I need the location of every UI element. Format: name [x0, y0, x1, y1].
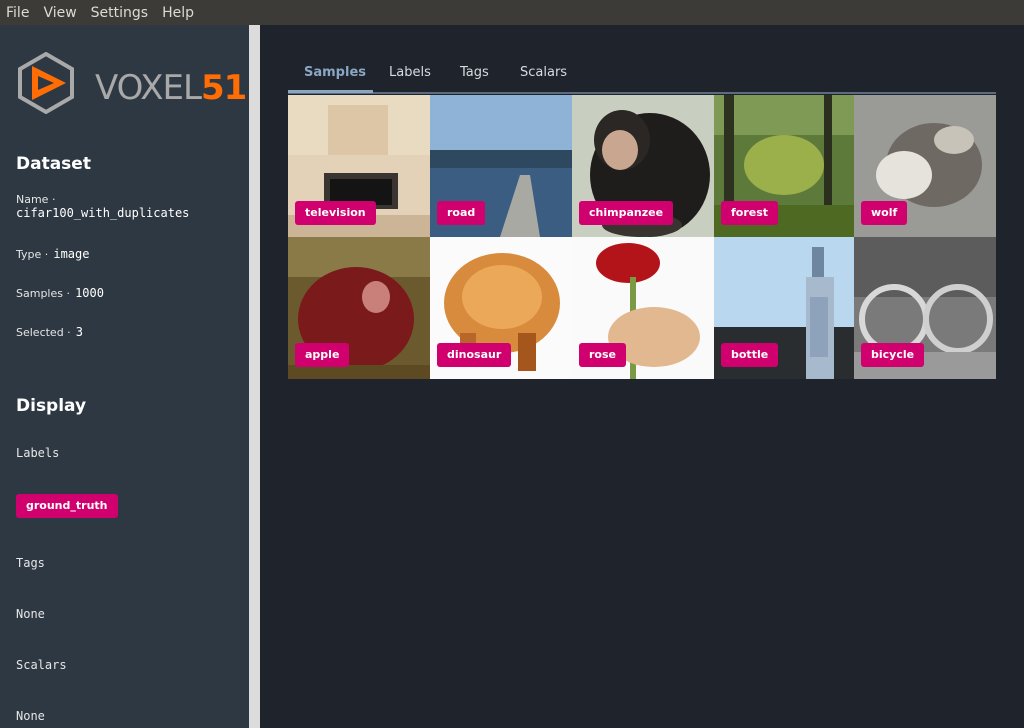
sample-label: dinosaur: [437, 343, 512, 367]
sidebar: VOXEL51 Dataset Name · cifar100_with_dup…: [0, 25, 249, 728]
view-tabs: Samples Labels Tags Scalars: [288, 58, 996, 94]
sample-label: television: [295, 201, 376, 225]
ground-truth-chip[interactable]: ground_truth: [16, 494, 118, 518]
dataset-selected-label: Selected ·: [16, 326, 71, 339]
menu-settings[interactable]: Settings: [91, 5, 148, 21]
menu-file[interactable]: File: [6, 5, 29, 21]
dataset-selected: Selected · 3: [16, 321, 83, 340]
sample-tile[interactable]: apple: [288, 237, 430, 379]
logo-51: 51: [200, 68, 247, 108]
sample-label: bottle: [721, 343, 779, 367]
sample-label: bicycle: [861, 343, 925, 367]
logo-voxel: VOXEL: [95, 68, 202, 108]
sample-tile[interactable]: rose: [572, 237, 714, 379]
dataset-samples: Samples · 1000: [16, 282, 104, 301]
menu-view[interactable]: View: [43, 5, 76, 21]
dataset-type-label: Type ·: [16, 248, 49, 261]
sample-tile[interactable]: television: [288, 95, 430, 237]
dataset-title: Dataset: [16, 154, 91, 174]
dataset-name-value: cifar100_with_duplicates: [16, 206, 190, 220]
tags-heading: Tags: [16, 556, 45, 570]
dataset-type-value: image: [53, 247, 90, 261]
tab-labels[interactable]: Labels: [389, 65, 431, 80]
active-tab-indicator: [288, 90, 373, 93]
labels-heading: Labels: [16, 446, 60, 460]
menu-bar: File View Settings Help: [0, 0, 1024, 25]
dataset-type: Type · image: [16, 243, 89, 262]
dataset-selected-value: 3: [75, 325, 84, 339]
sample-label: apple: [295, 343, 350, 367]
scalars-value: None: [16, 709, 45, 723]
tab-scalars[interactable]: Scalars: [520, 65, 567, 80]
sample-tile[interactable]: wolf: [854, 95, 996, 237]
dataset-samples-value: 1000: [75, 286, 104, 300]
logo-wordmark: VOXEL51: [95, 68, 247, 108]
menu-help[interactable]: Help: [162, 5, 194, 21]
sample-tile[interactable]: dinosaur: [430, 237, 572, 379]
voxel51-logo-icon: [18, 52, 74, 114]
sample-label: wolf: [861, 201, 908, 225]
sample-tile[interactable]: bottle: [714, 237, 856, 379]
dataset-samples-label: Samples ·: [16, 287, 70, 300]
samples-grid: television road chimpanzee forest wolf a…: [288, 95, 996, 379]
tab-tags[interactable]: Tags: [460, 65, 489, 80]
scalars-heading: Scalars: [16, 658, 67, 672]
sample-tile[interactable]: road: [430, 95, 572, 237]
sample-tile[interactable]: chimpanzee: [572, 95, 714, 237]
sample-label: road: [437, 201, 486, 225]
sample-tile[interactable]: bicycle: [854, 237, 996, 379]
dataset-name: Name · cifar100_with_duplicates: [16, 193, 190, 221]
dataset-name-label: Name ·: [16, 193, 56, 206]
display-title: Display: [16, 396, 87, 416]
voxel51-logo: VOXEL51: [16, 52, 247, 114]
sample-label: chimpanzee: [579, 201, 674, 225]
sample-tile[interactable]: forest: [714, 95, 856, 237]
tab-samples[interactable]: Samples: [304, 65, 366, 80]
sidebar-resize-handle[interactable]: [249, 25, 260, 728]
sample-label: forest: [721, 201, 779, 225]
tags-value: None: [16, 607, 45, 621]
sample-label: rose: [579, 343, 626, 367]
